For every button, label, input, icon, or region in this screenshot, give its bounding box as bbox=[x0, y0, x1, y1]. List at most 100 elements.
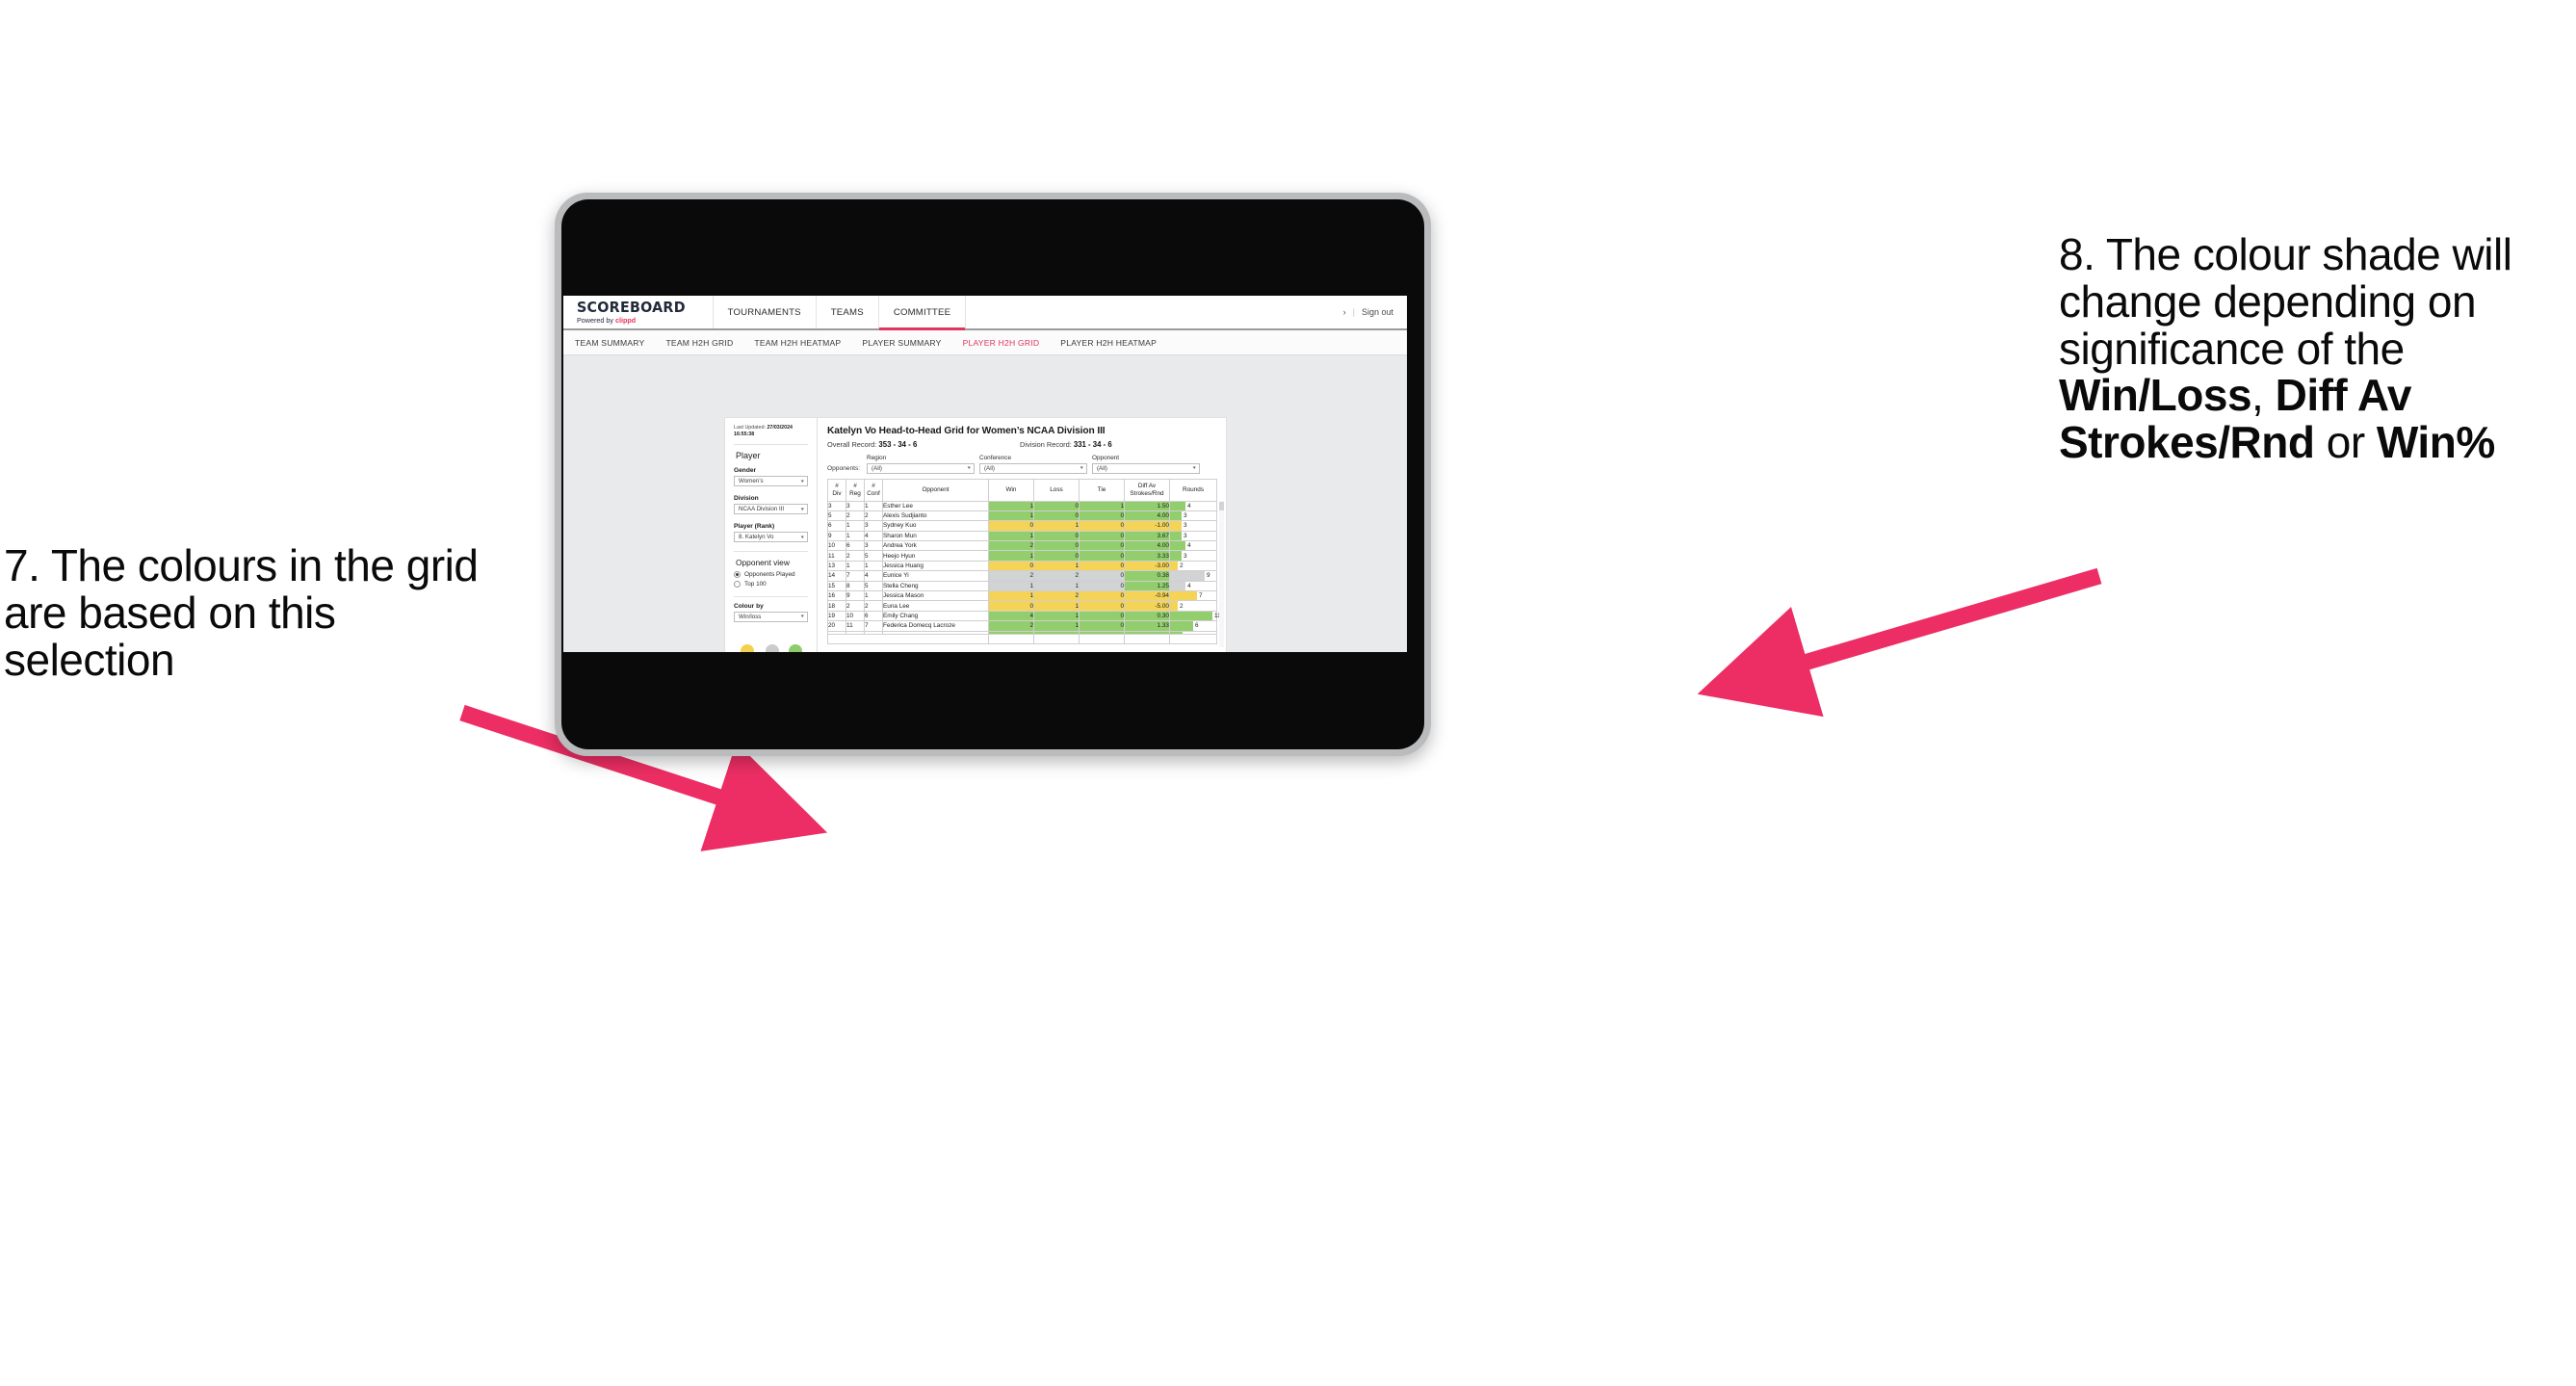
filter-player-rank-label: Player (Rank) bbox=[734, 523, 775, 531]
conference-select[interactable]: (All) ▾ bbox=[979, 462, 1087, 474]
filter-colour-by: Colour by Win/loss ▾ bbox=[734, 603, 808, 622]
overall-record-label: Overall Record: bbox=[827, 440, 879, 449]
col-header-diff[interactable]: Diff Av Strokes/Rnd bbox=[1124, 478, 1170, 502]
col-header-conf-l2: Conf bbox=[867, 489, 880, 497]
col-header-reg-l2: Reg bbox=[849, 489, 861, 497]
subnav-item-player-summary[interactable]: PLAYER SUMMARY bbox=[862, 338, 941, 348]
h2h-grid-head: # Div # Reg # Conf Opponent Win Loss Tie Di… bbox=[827, 478, 1217, 502]
cell-rounds-value: 3 bbox=[1184, 522, 1187, 530]
cell-loss: 1 bbox=[1033, 610, 1080, 622]
sign-out-link[interactable]: Sign out bbox=[1362, 307, 1393, 317]
table-row[interactable]: 10 6 3 Andrea York 2 0 0 4.00 4 bbox=[827, 540, 1217, 552]
cell-rounds: 11 bbox=[1169, 610, 1221, 622]
col-header-loss[interactable]: Loss bbox=[1033, 478, 1080, 502]
col-header-tie[interactable]: Tie bbox=[1079, 478, 1125, 502]
cell-div: 5 bbox=[827, 510, 846, 522]
grid-scrollbar-thumb[interactable] bbox=[1219, 501, 1224, 510]
annotation-right-text: 8. The colour shade will change dependin… bbox=[2059, 231, 2576, 466]
division-record: Division Record: 331 - 34 - 6 bbox=[1020, 440, 1112, 449]
division-record-value: 331 - 34 - 6 bbox=[1073, 440, 1112, 449]
cell-rounds: 4 bbox=[1169, 500, 1217, 511]
header-account-area: › | Sign out bbox=[1343, 296, 1407, 328]
subnav-item-player-h2h-heatmap[interactable]: PLAYER H2H HEATMAP bbox=[1060, 338, 1157, 348]
cell-div: 14 bbox=[827, 570, 846, 582]
sidebar-heading-player: Player bbox=[736, 451, 761, 461]
table-row[interactable]: 16 9 1 Jessica Mason 1 2 0 -0.94 7 bbox=[827, 589, 1217, 602]
cell-reg: 1 bbox=[846, 530, 865, 542]
table-row[interactable]: 9 1 4 Sharon Mun 1 0 0 3.67 3 bbox=[827, 530, 1217, 542]
cell-rounds: 6 bbox=[1169, 620, 1217, 632]
cell-rounds: 3 bbox=[1169, 530, 1217, 542]
table-row[interactable]: 11 2 5 Heejo Hyun 1 0 0 3.33 3 bbox=[827, 550, 1217, 562]
colour-by-select[interactable]: Win/loss ▾ bbox=[734, 611, 808, 622]
cell-div: 13 bbox=[827, 560, 846, 572]
opponent-select[interactable]: (All) ▾ bbox=[1092, 462, 1200, 474]
table-row[interactable]: 5 2 2 Alexis Sudjianto 1 0 0 4.00 3 bbox=[827, 510, 1217, 522]
cell-loss: 0 bbox=[1033, 510, 1080, 522]
cell-tie: 0 bbox=[1079, 620, 1125, 632]
col-header-conf[interactable]: # Conf bbox=[864, 478, 883, 502]
subnav-item-team-h2h-heatmap[interactable]: TEAM H2H HEATMAP bbox=[754, 338, 841, 348]
cell-diff: -0.94 bbox=[1124, 589, 1170, 602]
cell-win: 1 bbox=[988, 580, 1034, 592]
radio-top-100[interactable]: Top 100 bbox=[734, 580, 808, 588]
filter-gender: Gender Women’s ▾ bbox=[734, 467, 808, 487]
filter-region: Region (All) ▾ bbox=[867, 455, 975, 474]
table-row[interactable]: 19 10 6 Emily Chang 4 1 0 0.30 11 bbox=[827, 610, 1221, 622]
col-header-reg[interactable]: # Reg bbox=[846, 478, 865, 502]
cell-rounds-value: 9 bbox=[1207, 572, 1210, 580]
table-row[interactable]: 20 11 7 Federica Domecq Lacroze 2 1 0 1.33 6 bbox=[827, 620, 1217, 632]
h2h-grid-wrapper: # Div # Reg # Conf Opponent Win Loss Tie Di… bbox=[827, 478, 1224, 647]
nav-item-teams[interactable]: TEAMS bbox=[817, 296, 879, 328]
gender-select[interactable]: Women’s ▾ bbox=[734, 476, 808, 487]
primary-nav: TOURNAMENTS TEAMS COMMITTEE bbox=[714, 296, 967, 330]
cell-opponent: Federica Domecq Lacroze bbox=[882, 620, 989, 632]
radio-opponents-played[interactable]: Opponents Played bbox=[734, 571, 808, 579]
division-select-value: NCAA Division III bbox=[739, 506, 785, 513]
table-empty-space bbox=[827, 633, 1217, 644]
brand-logo[interactable]: SCOREBOARD Powered by clippd bbox=[563, 296, 714, 328]
table-row[interactable]: 15 8 5 Stella Cheng 1 1 0 1.25 4 bbox=[827, 580, 1217, 592]
cell-loss: 1 bbox=[1033, 620, 1080, 632]
cell-conf: 3 bbox=[864, 540, 883, 552]
nav-item-tournaments[interactable]: TOURNAMENTS bbox=[714, 296, 817, 328]
subnav-item-team-summary[interactable]: TEAM SUMMARY bbox=[575, 338, 644, 348]
cell-opponent: Euna Lee bbox=[882, 600, 989, 612]
table-row[interactable]: 14 7 4 Eunice Yi 2 2 0 0.38 9 bbox=[827, 570, 1217, 582]
col-header-win[interactable]: Win bbox=[988, 478, 1034, 502]
col-header-opponent[interactable]: Opponent bbox=[882, 478, 989, 502]
grid-scrollbar-track[interactable] bbox=[1219, 500, 1224, 647]
cell-conf: 5 bbox=[864, 550, 883, 562]
brand-sub-accent: clippd bbox=[614, 316, 637, 326]
region-select[interactable]: (All) ▾ bbox=[867, 462, 975, 474]
divider-3 bbox=[734, 595, 808, 597]
h2h-grid-body: 3 3 1 Esther Lee 1 0 1 1.50 4 5 2 2 Alexis Sudjianto… bbox=[827, 500, 1221, 644]
table-row[interactable]: 13 1 1 Jessica Huang 0 1 0 -3.00 2 bbox=[827, 560, 1217, 572]
divider-2 bbox=[734, 551, 808, 553]
cell-rounds-value: 6 bbox=[1195, 622, 1199, 630]
colour-by-select-value: Win/loss bbox=[739, 613, 762, 620]
table-row[interactable]: 18 2 2 Euna Lee 0 1 0 -5.00 2 bbox=[827, 600, 1217, 612]
annotation-right-bold1: Win/Loss bbox=[2059, 370, 2252, 421]
nav-item-committee[interactable]: COMMITTEE bbox=[878, 296, 967, 330]
col-header-rounds[interactable]: Rounds bbox=[1169, 478, 1217, 502]
overall-record: Overall Record: 353 - 34 - 6 bbox=[827, 440, 1020, 449]
cell-conf: 4 bbox=[864, 570, 883, 582]
radio-top-100-label: Top 100 bbox=[744, 580, 767, 588]
chevron-down-icon: ▾ bbox=[1193, 465, 1197, 471]
table-row[interactable]: 3 3 1 Esther Lee 1 0 1 1.50 4 bbox=[827, 500, 1217, 511]
table-row[interactable]: 6 1 3 Sydney Kuo 0 1 0 -1.00 3 bbox=[827, 520, 1217, 532]
cell-rounds-value: 4 bbox=[1187, 542, 1191, 550]
app-header: SCOREBOARD Powered by clippd TOURNAMENTS… bbox=[563, 296, 1407, 330]
sidebar-heading-opponent-view: Opponent view bbox=[736, 558, 790, 568]
subnav-item-team-h2h-grid[interactable]: TEAM H2H GRID bbox=[665, 338, 733, 348]
cell-tie: 0 bbox=[1079, 510, 1125, 522]
cell-opponent: Emily Chang bbox=[882, 610, 989, 622]
division-select[interactable]: NCAA Division III ▾ bbox=[734, 504, 808, 515]
subnav-item-player-h2h-grid[interactable]: PLAYER H2H GRID bbox=[963, 338, 1040, 348]
legend-item-up: Up bbox=[789, 643, 802, 652]
chevron-right-icon[interactable]: › bbox=[1343, 307, 1346, 317]
legend-dot-level bbox=[765, 643, 779, 652]
col-header-div[interactable]: # Div bbox=[827, 478, 846, 502]
player-rank-select[interactable]: 8. Katelyn Vo ▾ bbox=[734, 532, 808, 543]
